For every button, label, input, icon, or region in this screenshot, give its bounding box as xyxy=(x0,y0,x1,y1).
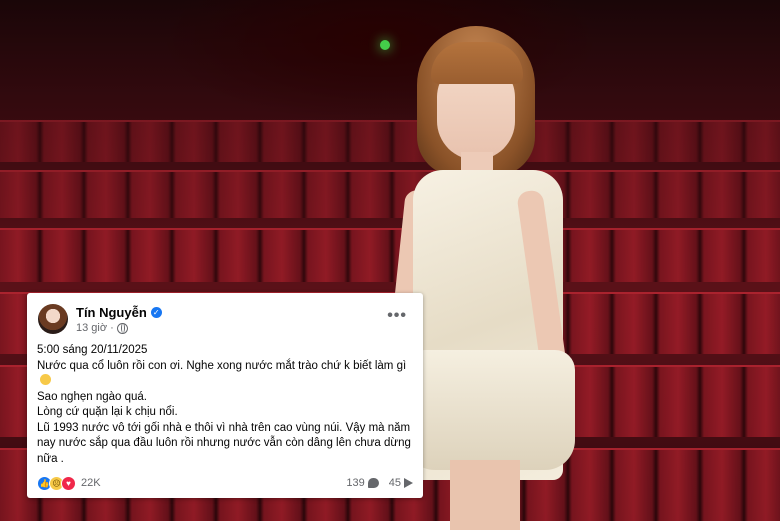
exit-light xyxy=(380,40,390,50)
facebook-post-card: Tín Nguyễn ✓ 13 giờ · ••• 5:00 sáng 20/1… xyxy=(27,293,423,498)
legs xyxy=(450,460,520,530)
more-options-icon[interactable]: ••• xyxy=(387,307,407,325)
post-line: Lòng cứ quặn lại k chịu nổi. xyxy=(37,406,178,418)
engagement-stats: 139 45 xyxy=(346,477,413,489)
post-line: 5:00 sáng 20/11/2025 xyxy=(37,344,148,356)
post-time[interactable]: 13 giờ xyxy=(76,322,107,334)
post-body: 5:00 sáng 20/11/2025 Nước qua cổ luôn rồ… xyxy=(37,343,413,467)
post-line: Lũ 1993 nước vô tới gối nhà e thôi vì nh… xyxy=(37,421,411,465)
post-line: Sao nghẹn ngào quá. xyxy=(37,390,147,403)
comment-count: 139 xyxy=(346,477,365,489)
post-line-with-emoji: Nước qua cổ luôn rồi con ơi. Nghe xong n… xyxy=(37,359,413,390)
seat-row xyxy=(0,228,780,282)
ruffled-skirt xyxy=(405,350,575,470)
globe-icon xyxy=(116,322,128,334)
comment-stat[interactable]: 139 xyxy=(346,477,379,489)
post-footer: 👍 ☹ ♥ 22K 139 45 xyxy=(37,474,413,492)
bangs xyxy=(431,42,523,84)
verified-badge-icon: ✓ xyxy=(150,307,162,318)
seat-row xyxy=(0,170,780,218)
share-stat[interactable]: 45 xyxy=(389,477,413,489)
share-count: 45 xyxy=(388,477,401,489)
reactions-summary[interactable]: 👍 ☹ ♥ 22K xyxy=(37,475,101,491)
reaction-count: 22K xyxy=(81,477,101,489)
share-icon xyxy=(404,478,413,488)
avatar[interactable] xyxy=(38,304,68,334)
seat-row xyxy=(0,120,780,162)
sad-face-emoji-icon xyxy=(40,374,51,385)
author-row: Tín Nguyễn ✓ xyxy=(76,305,162,320)
separator-dot: · xyxy=(110,322,114,334)
love-icon: ♥ xyxy=(61,475,76,491)
post-meta: 13 giờ · xyxy=(76,322,128,334)
author-name[interactable]: Tín Nguyễn xyxy=(76,305,147,320)
post-line: Nước qua cổ luôn rồi con ơi. Nghe xong n… xyxy=(37,359,407,372)
comment-icon xyxy=(367,478,379,488)
